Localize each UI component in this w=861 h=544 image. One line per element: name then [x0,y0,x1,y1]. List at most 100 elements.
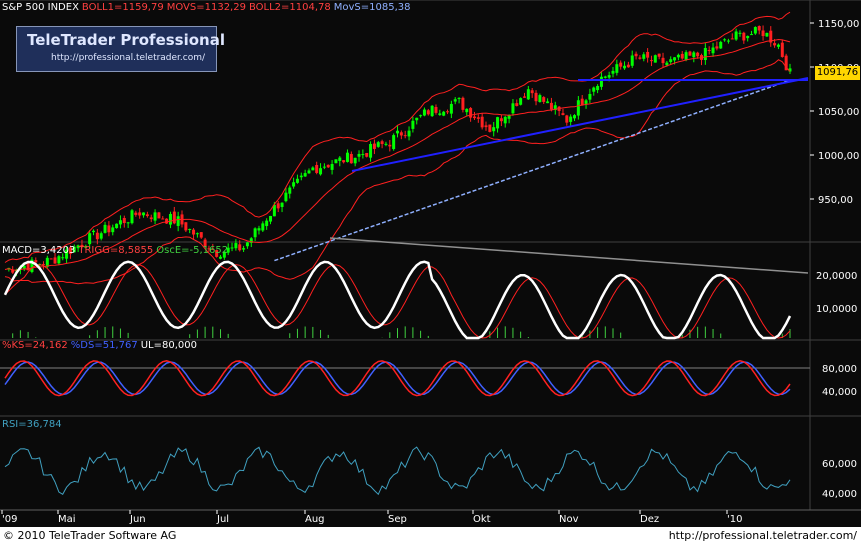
candle-body [292,182,296,187]
candle-body [546,101,550,104]
candle-body [596,85,600,91]
candle-body [111,227,115,233]
candle-body [465,108,469,113]
y-tick-label: 1000,00 [818,151,859,162]
candle-body [676,54,680,58]
candle-body [165,218,169,224]
candle-body [653,55,657,63]
candle-body [238,244,242,251]
chart-frame: 1150,001100,001050,001000,00950,0020,000… [0,0,861,544]
candle-body [34,260,38,263]
candle-body [95,232,99,240]
candle-body [561,113,565,116]
candle-body [584,100,588,104]
candle-body [49,258,53,260]
candle-body [599,76,603,87]
candle-body [480,116,484,128]
candle-body [257,228,261,231]
candle-body [738,32,742,34]
x-tick-label: Dez [640,514,659,525]
candle-body [430,105,434,117]
candle-body [288,187,292,194]
candle-body [642,54,646,59]
candle-body [376,142,380,147]
price-legend-item: MOVS=1132,29 [166,2,246,13]
candle-body [192,229,196,235]
candle-body [711,47,715,54]
candle-body [703,47,707,61]
candle-body [330,164,334,170]
macd-tick-label: 10,0000 [816,304,857,315]
candle-body [295,178,299,183]
candle-body [780,42,784,57]
copyright: © 2010 TeleTrader Software AG [3,529,177,542]
last-price-badge: 1091,76 [815,66,860,80]
candle-body [161,218,165,220]
candle-body [750,34,754,36]
x-tick-label: Okt [473,514,491,525]
candle-body [707,49,711,51]
candle-body [542,97,546,102]
candle-body [449,103,453,114]
candle-body [172,211,176,224]
candle-body [145,214,149,217]
teletrader-logo: TeleTrader Professional http://professio… [16,26,225,72]
x-tick-label: '10 [727,514,742,525]
candle-body [365,152,369,157]
candle-body [353,157,357,164]
candle-body [592,87,596,92]
candle-body [469,108,473,118]
candle-body [461,97,465,110]
bollinger-line [4,38,791,271]
candle-body [496,117,500,129]
candle-body [407,130,411,137]
candle-body [619,62,623,67]
candle-body [499,118,503,122]
candle-body [611,70,615,74]
candle-body [138,212,142,216]
candle-body [434,107,438,113]
candle-body [746,35,750,39]
stoch-d-line [4,361,791,396]
x-tick-label: Mai [58,514,76,525]
candle-body [515,103,519,106]
chart-svg: 1150,001100,001050,001000,00950,0020,000… [0,0,861,525]
candle-body [669,59,673,62]
candle-body [88,233,92,245]
macd-legend-item: TRIGG=8,5855 [78,245,154,256]
candle-body [57,256,61,264]
candle-body [269,215,273,222]
stoch-tick-label: 40,000 [822,387,857,398]
stoch-k-line [4,360,791,397]
candle-body [484,125,488,128]
logo-title: TeleTrader Professional [27,31,226,49]
candle-body [526,89,530,100]
candle-body [646,51,650,58]
candle-body [396,130,399,134]
candle-body [688,51,692,56]
candle-body [253,228,257,238]
candle-body [369,144,373,158]
y-tick-label: 1050,00 [818,107,859,118]
price-legend: S&P 500 INDEX BOLL1=1159,79 MOVS=1132,29 BO… [2,1,414,14]
x-tick-label: Aug [305,514,325,525]
footer-url[interactable]: http://professional.teletrader.com/ [669,529,857,542]
candle-body [757,26,761,31]
candle-body [588,93,592,100]
rsi-tick-label: 40,000 [822,489,857,500]
x-tick-label: Sep [388,514,407,525]
candle-body [265,220,269,227]
candle-body [696,52,700,57]
candle-body [218,256,222,259]
candle-body [345,152,349,162]
candle-body [403,135,407,137]
candle-body [753,27,757,34]
candle-body [472,116,476,119]
candle-body [122,217,126,224]
candle-body [342,160,346,163]
candle-body [603,76,607,78]
candle-body [580,98,584,106]
candle-body [538,95,542,103]
candle-body [761,30,765,37]
logo-url: http://professional.teletrader.com/ [51,53,206,63]
